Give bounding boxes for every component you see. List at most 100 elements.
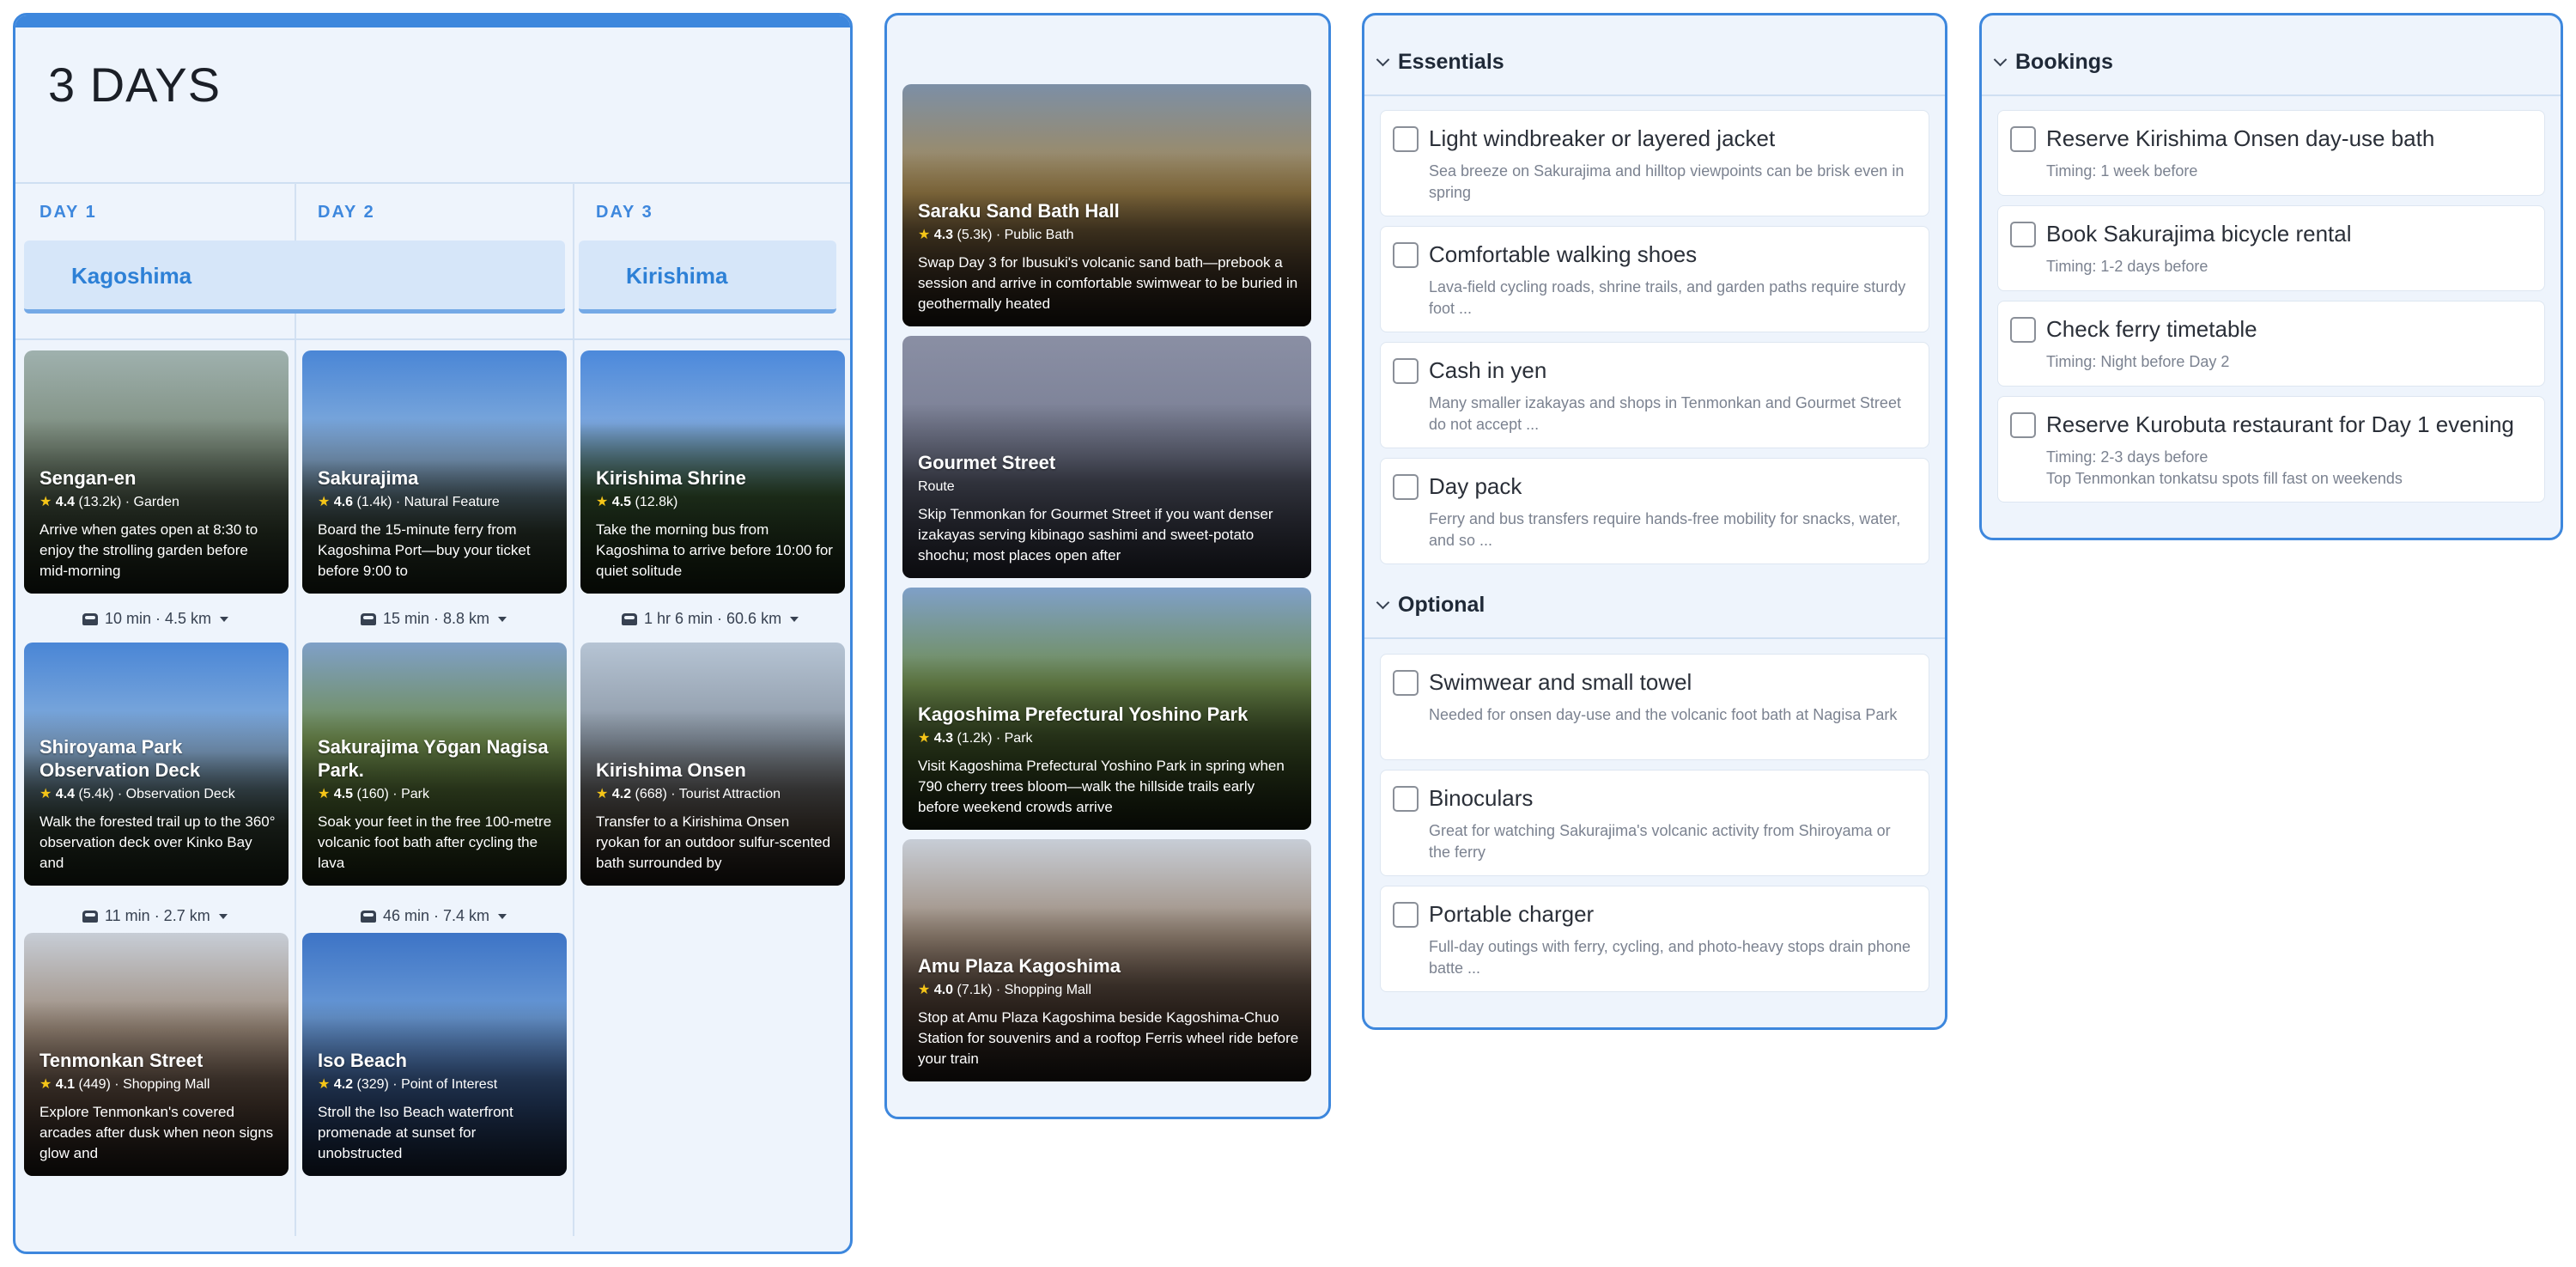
place-card-shiroyama-park[interactable]: Shiroyama Park Observation Deck ★ 4.4 (5… [24, 643, 289, 886]
item-checkbox[interactable] [2010, 222, 2036, 247]
item-timing: Timing: 1-2 days before [2046, 258, 2208, 275]
item-checkbox[interactable] [2010, 317, 2036, 343]
car-icon [82, 612, 98, 625]
region-label: Kagoshima [71, 263, 192, 289]
place-card-kirishima-shrine[interactable]: Kirishima Shrine ★ 4.5 (12.8k) Take the … [580, 350, 845, 594]
day-divider [573, 183, 574, 1236]
item-checkbox[interactable] [1393, 670, 1419, 696]
commute-selector[interactable]: 15 min · 8.8 km [361, 610, 507, 628]
star-icon: ★ [318, 787, 331, 801]
panel-top-bar [15, 15, 850, 27]
item-title: Book Sakurajima bicycle rental [2046, 221, 2352, 247]
review-count: (160) [356, 787, 389, 801]
region-kirishima[interactable]: Kirishima [579, 241, 836, 314]
packing-item: Day pack Ferry and bus transfers require… [1380, 458, 1929, 564]
review-count: (7.1k) [957, 983, 993, 997]
commute-selector[interactable]: 1 hr 6 min · 60.6 km [622, 610, 799, 628]
commute-selector[interactable]: 11 min · 2.7 km [82, 907, 228, 925]
region-kagoshima[interactable]: Kagoshima [24, 241, 565, 314]
item-note: Top Tenmonkan tonkatsu spots fill fast o… [2046, 470, 2403, 487]
packing-item: Cash in yen Many smaller izakayas and sh… [1380, 342, 1929, 448]
essentials-section-toggle[interactable]: Essentials [1376, 50, 1504, 75]
optional-section-toggle[interactable]: Optional [1376, 593, 1485, 618]
rating: 4.2 [611, 787, 632, 801]
place-card-yogan-nagisa-park[interactable]: Sakurajima Yōgan Nagisa Park. ★ 4.5 (160… [302, 643, 567, 886]
review-count: (329) [356, 1077, 389, 1092]
caret-down-icon [790, 616, 799, 622]
category: Public Bath [1004, 228, 1074, 242]
item-description: Full-day outings with ferry, cycling, an… [1429, 938, 1911, 977]
ideas-panel: Saraku Sand Bath Hall ★ 4.3 (5.3k) · Pub… [884, 13, 1331, 1119]
bookings-panel: Bookings Reserve Kirishima Onsen day-use… [1979, 13, 2563, 540]
item-timing: Timing: 1 week before [2046, 162, 2198, 180]
item-description: Needed for onsen day-use and the volcani… [1429, 706, 1898, 723]
bookings-section-toggle[interactable]: Bookings [1993, 50, 2113, 75]
review-count: (5.3k) [957, 228, 993, 242]
item-timing: Timing: Night before Day 2 [2046, 353, 2230, 370]
review-count: (1.4k) [356, 495, 392, 509]
place-name: Tenmonkan Street [39, 1050, 204, 1071]
place-description: Explore Tenmonkan's covered arcades afte… [39, 1104, 274, 1161]
rating: 4.3 [933, 731, 954, 746]
place-card-kirishima-onsen[interactable]: Kirishima Onsen ★ 4.2 (668) · Tourist At… [580, 643, 845, 886]
idea-card-saraku-sand-bath[interactable]: Saraku Sand Bath Hall ★ 4.3 (5.3k) · Pub… [902, 84, 1311, 326]
item-checkbox[interactable] [2010, 412, 2036, 438]
item-checkbox[interactable] [1393, 242, 1419, 268]
place-card-sakurajima[interactable]: Sakurajima ★ 4.6 (1.4k) · Natural Featur… [302, 350, 567, 594]
region-label: Kirishima [626, 263, 728, 289]
place-card-iso-beach[interactable]: Iso Beach ★ 4.2 (329) · Point of Interes… [302, 933, 567, 1176]
item-title: Swimwear and small towel [1429, 669, 1692, 695]
item-title: Check ferry timetable [2046, 316, 2257, 342]
item-checkbox[interactable] [1393, 126, 1419, 152]
idea-card-gourmet-street[interactable]: Gourmet Street Route Skip Tenmonkan for … [902, 336, 1311, 578]
divider [1364, 637, 1945, 639]
place-description: Swap Day 3 for Ibusuki's volcanic sand b… [918, 254, 1298, 312]
day-3-header: DAY 3 [596, 203, 653, 222]
review-count: (5.4k) [78, 787, 114, 801]
day-2-header: DAY 2 [318, 203, 375, 222]
place-description: Take the morning bus from Kagoshima to a… [596, 521, 833, 579]
booking-item: Reserve Kirishima Onsen day-use bath Tim… [1997, 110, 2545, 196]
item-checkbox[interactable] [1393, 358, 1419, 384]
commute-selector[interactable]: 46 min · 7.4 km [361, 907, 507, 925]
rating: 4.1 [55, 1077, 76, 1092]
rating: 4.5 [611, 495, 632, 509]
item-checkbox[interactable] [1393, 786, 1419, 812]
item-description: Ferry and bus transfers require hands-fr… [1429, 510, 1901, 549]
idea-card-yoshino-park[interactable]: Kagoshima Prefectural Yoshino Park ★ 4.3… [902, 588, 1311, 830]
item-checkbox[interactable] [1393, 902, 1419, 928]
trip-length-title: 3 DAYS [48, 58, 222, 112]
item-checkbox[interactable] [1393, 474, 1419, 500]
place-name: Saraku Sand Bath Hall [918, 200, 1120, 222]
place-name: Gourmet Street [918, 452, 1056, 473]
category: Tourist Attraction [678, 787, 781, 801]
category: Garden [133, 495, 179, 509]
item-title: Cash in yen [1429, 357, 1547, 383]
place-card-sengan-en[interactable]: Sengan-en ★ 4.4 (13.2k) · Garden Arrive … [24, 350, 289, 594]
packing-item: Comfortable walking shoes Lava-field cyc… [1380, 226, 1929, 332]
star-icon: ★ [918, 228, 931, 242]
section-title: Optional [1398, 593, 1485, 617]
chevron-down-icon [1993, 52, 2008, 67]
category: Park [1004, 731, 1033, 746]
place-card-tenmonkan-street[interactable]: Tenmonkan Street ★ 4.1 (449) · Shopping … [24, 933, 289, 1176]
commute-time: 15 min · 8.8 km [383, 610, 490, 627]
category: Natural Feature [404, 495, 500, 509]
item-title: Comfortable walking shoes [1429, 241, 1698, 267]
item-description: Great for watching Sakurajima's volcanic… [1429, 822, 1891, 861]
star-icon: ★ [39, 787, 52, 801]
star-icon: ★ [918, 983, 931, 997]
place-description: Arrive when gates open at 8:30 to enjoy … [39, 521, 258, 579]
divider [15, 182, 850, 184]
itinerary-panel: 3 DAYS DAY 1 DAY 2 DAY 3 Kagoshima Kiris… [13, 13, 853, 1254]
place-name: Shiroyama Park Observation Deck [39, 736, 201, 781]
section-title: Bookings [2015, 50, 2113, 74]
day-1-header: DAY 1 [39, 203, 97, 222]
category: Route [918, 479, 955, 494]
commute-selector[interactable]: 10 min · 4.5 km [82, 610, 229, 628]
booking-item: Book Sakurajima bicycle rental Timing: 1… [1997, 205, 2545, 291]
review-count: (1.2k) [957, 731, 993, 746]
idea-card-amu-plaza[interactable]: Amu Plaza Kagoshima ★ 4.0 (7.1k) · Shopp… [902, 839, 1311, 1081]
rating: 4.2 [333, 1077, 354, 1092]
item-checkbox[interactable] [2010, 126, 2036, 152]
